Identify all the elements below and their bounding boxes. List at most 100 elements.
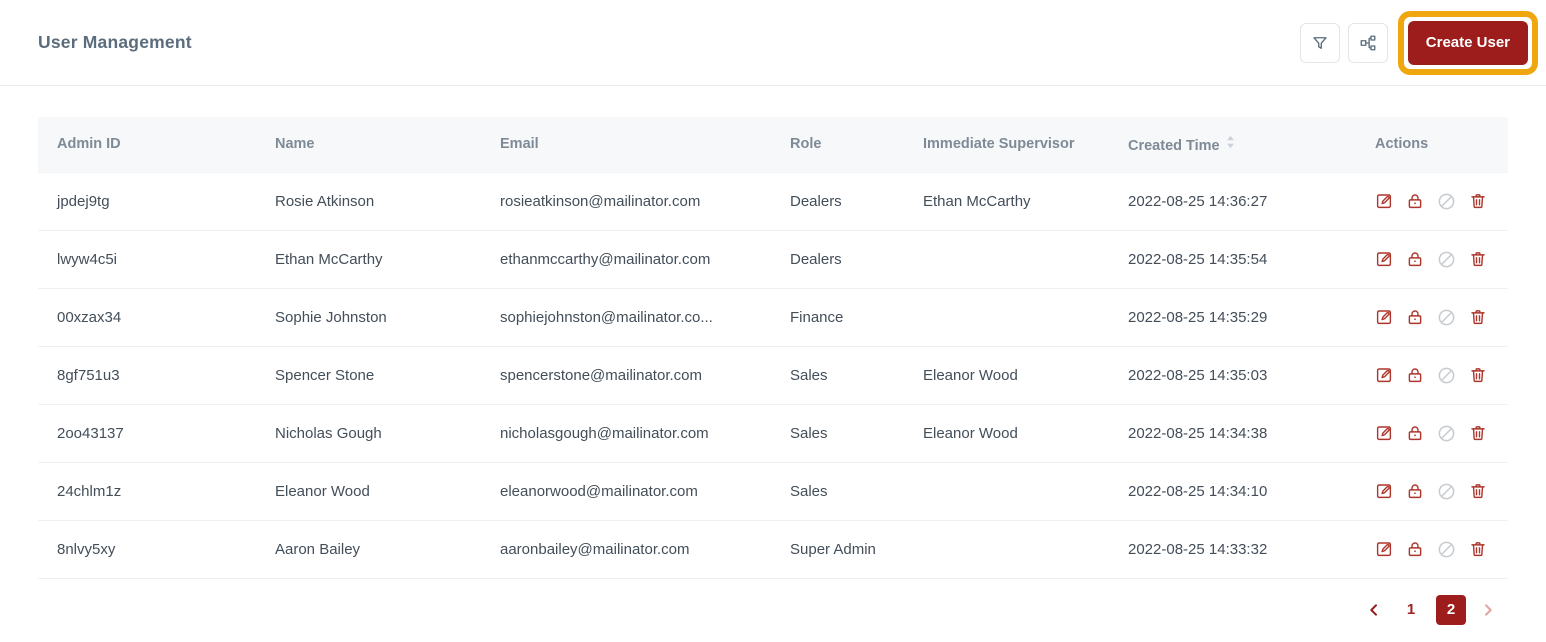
cell-name: Aaron Bailey — [256, 520, 481, 578]
filter-icon — [1311, 34, 1329, 52]
edit-icon[interactable] — [1375, 308, 1393, 326]
cell-created-time: 2022-08-25 14:35:03 — [1109, 346, 1356, 404]
cell-supervisor — [904, 230, 1109, 288]
cell-email: ethanmccarthy@mailinator.com — [481, 230, 771, 288]
delete-icon[interactable] — [1469, 424, 1487, 442]
column-header-email: Email — [481, 117, 771, 172]
cell-role: Finance — [771, 288, 904, 346]
cell-supervisor: Ethan McCarthy — [904, 172, 1109, 230]
cell-actions — [1356, 520, 1508, 578]
cell-email: spencerstone@mailinator.com — [481, 346, 771, 404]
cell-admin-id: 8nlvy5xy — [38, 520, 256, 578]
cell-name: Ethan McCarthy — [256, 230, 481, 288]
org-chart-icon — [1359, 34, 1377, 52]
ban-icon[interactable] — [1437, 250, 1456, 269]
cell-supervisor — [904, 288, 1109, 346]
cell-name: Sophie Johnston — [256, 288, 481, 346]
column-header-created-time[interactable]: Created Time — [1109, 117, 1356, 172]
cell-created-time: 2022-08-25 14:34:38 — [1109, 404, 1356, 462]
cell-supervisor — [904, 520, 1109, 578]
delete-icon[interactable] — [1469, 540, 1487, 558]
lock-icon[interactable] — [1406, 250, 1424, 268]
user-management-page: User Management — [0, 0, 1546, 642]
delete-icon[interactable] — [1469, 192, 1487, 210]
delete-icon[interactable] — [1469, 366, 1487, 384]
table-row: 24chlm1z Eleanor Wood eleanorwood@mailin… — [38, 462, 1508, 520]
cell-admin-id: 8gf751u3 — [38, 346, 256, 404]
table-row: jpdej9tg Rosie Atkinson rosieatkinson@ma… — [38, 172, 1508, 230]
cell-created-time: 2022-08-25 14:35:29 — [1109, 288, 1356, 346]
cell-supervisor — [904, 462, 1109, 520]
table-row: 2oo43137 Nicholas Gough nicholasgough@ma… — [38, 404, 1508, 462]
delete-icon[interactable] — [1469, 482, 1487, 500]
cell-email: nicholasgough@mailinator.com — [481, 404, 771, 462]
table-body: jpdej9tg Rosie Atkinson rosieatkinson@ma… — [38, 172, 1508, 578]
annotation-highlight-ring: Create User — [1398, 11, 1538, 75]
org-chart-button[interactable] — [1348, 23, 1388, 63]
lock-icon[interactable] — [1406, 482, 1424, 500]
cell-role: Sales — [771, 404, 904, 462]
edit-icon[interactable] — [1375, 540, 1393, 558]
page-button-1[interactable]: 1 — [1396, 595, 1426, 625]
cell-email: sophiejohnston@mailinator.co... — [481, 288, 771, 346]
cell-email: aaronbailey@mailinator.com — [481, 520, 771, 578]
edit-icon[interactable] — [1375, 482, 1393, 500]
cell-admin-id: jpdej9tg — [38, 172, 256, 230]
cell-actions — [1356, 404, 1508, 462]
chevron-left-icon[interactable] — [1362, 602, 1386, 618]
cell-admin-id: 24chlm1z — [38, 462, 256, 520]
ban-icon[interactable] — [1437, 482, 1456, 501]
ban-icon[interactable] — [1437, 424, 1456, 443]
topbar: User Management — [0, 0, 1546, 86]
cell-created-time: 2022-08-25 14:35:54 — [1109, 230, 1356, 288]
edit-icon[interactable] — [1375, 366, 1393, 384]
toolbar: Create User — [1292, 11, 1538, 75]
page-button-2[interactable]: 2 — [1436, 595, 1466, 625]
cell-supervisor: Eleanor Wood — [904, 404, 1109, 462]
cell-actions — [1356, 288, 1508, 346]
lock-icon[interactable] — [1406, 366, 1424, 384]
cell-admin-id: 00xzax34 — [38, 288, 256, 346]
ban-icon[interactable] — [1437, 366, 1456, 385]
page-title: User Management — [38, 32, 192, 53]
cell-admin-id: lwyw4c5i — [38, 230, 256, 288]
cell-role: Super Admin — [771, 520, 904, 578]
column-header-supervisor: Immediate Supervisor — [904, 117, 1109, 172]
cell-actions — [1356, 346, 1508, 404]
cell-created-time: 2022-08-25 14:34:10 — [1109, 462, 1356, 520]
edit-icon[interactable] — [1375, 192, 1393, 210]
lock-icon[interactable] — [1406, 308, 1424, 326]
delete-icon[interactable] — [1469, 308, 1487, 326]
edit-icon[interactable] — [1375, 250, 1393, 268]
cell-created-time: 2022-08-25 14:36:27 — [1109, 172, 1356, 230]
cell-name: Rosie Atkinson — [256, 172, 481, 230]
ban-icon[interactable] — [1437, 540, 1456, 559]
table-row: lwyw4c5i Ethan McCarthy ethanmccarthy@ma… — [38, 230, 1508, 288]
cell-role: Dealers — [771, 172, 904, 230]
cell-supervisor: Eleanor Wood — [904, 346, 1109, 404]
users-table: Admin ID Name Email Role Immediate Super… — [38, 117, 1508, 579]
table-row: 8nlvy5xy Aaron Bailey aaronbailey@mailin… — [38, 520, 1508, 578]
cell-actions — [1356, 462, 1508, 520]
cell-actions — [1356, 172, 1508, 230]
ban-icon[interactable] — [1437, 308, 1456, 327]
edit-icon[interactable] — [1375, 424, 1393, 442]
lock-icon[interactable] — [1406, 192, 1424, 210]
pagination: 1 2 — [0, 595, 1500, 625]
cell-role: Dealers — [771, 230, 904, 288]
cell-role: Sales — [771, 462, 904, 520]
ban-icon[interactable] — [1437, 192, 1456, 211]
lock-icon[interactable] — [1406, 424, 1424, 442]
delete-icon[interactable] — [1469, 250, 1487, 268]
column-header-admin-id: Admin ID — [38, 117, 256, 172]
column-header-role: Role — [771, 117, 904, 172]
cell-email: eleanorwood@mailinator.com — [481, 462, 771, 520]
column-header-name: Name — [256, 117, 481, 172]
filter-button[interactable] — [1300, 23, 1340, 63]
lock-icon[interactable] — [1406, 540, 1424, 558]
cell-admin-id: 2oo43137 — [38, 404, 256, 462]
create-user-button[interactable]: Create User — [1408, 21, 1528, 65]
chevron-right-icon[interactable] — [1476, 602, 1500, 618]
cell-name: Spencer Stone — [256, 346, 481, 404]
table-row: 8gf751u3 Spencer Stone spencerstone@mail… — [38, 346, 1508, 404]
